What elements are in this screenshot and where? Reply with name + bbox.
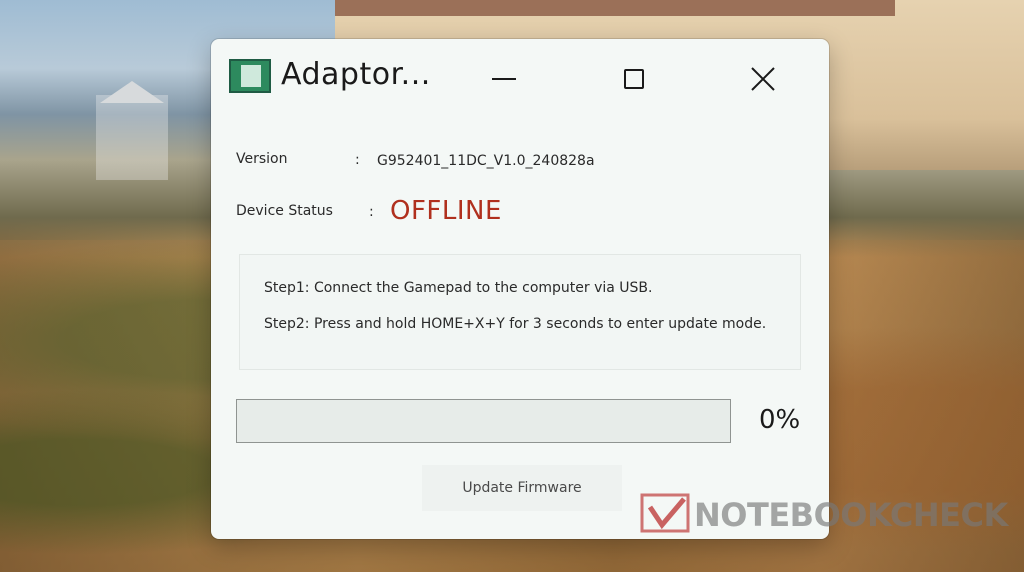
device-status-label: Device Status bbox=[236, 203, 333, 219]
progress-bar bbox=[236, 399, 731, 443]
window-title: Adaptor... bbox=[281, 57, 431, 92]
version-value: G952401_11DC_V1.0_240828a bbox=[377, 153, 595, 169]
maximize-button[interactable] bbox=[606, 59, 662, 99]
version-colon: : bbox=[355, 152, 360, 168]
minimize-button[interactable] bbox=[476, 59, 532, 99]
adaptor-app-icon bbox=[229, 59, 271, 93]
adaptor-window: Adaptor... Version : G952401_11DC_V1.0_2… bbox=[211, 39, 829, 539]
close-button[interactable] bbox=[735, 59, 791, 99]
version-label: Version bbox=[236, 151, 288, 167]
watermark-text: NOTEBOOKCHECK bbox=[694, 496, 1008, 534]
maximize-icon bbox=[624, 69, 644, 89]
step-2-text: Step2: Press and hold HOME+X+Y for 3 sec… bbox=[264, 316, 767, 332]
wallpaper-roof bbox=[335, 0, 895, 16]
watermark: NOTEBOOKCHECK bbox=[640, 492, 1024, 538]
device-status-colon: : bbox=[369, 204, 374, 220]
step-1-text: Step1: Connect the Gamepad to the comput… bbox=[264, 280, 653, 296]
wallpaper-gazebo bbox=[96, 81, 168, 180]
title-bar[interactable]: Adaptor... bbox=[211, 39, 829, 119]
update-firmware-button[interactable]: Update Firmware bbox=[422, 465, 622, 511]
progress-percent: 0% bbox=[759, 405, 801, 435]
close-icon bbox=[751, 67, 775, 91]
device-status-value: OFFLINE bbox=[390, 196, 502, 226]
minimize-icon bbox=[492, 78, 516, 80]
instructions-panel: Step1: Connect the Gamepad to the comput… bbox=[239, 254, 801, 370]
watermark-logo-icon bbox=[640, 493, 690, 537]
